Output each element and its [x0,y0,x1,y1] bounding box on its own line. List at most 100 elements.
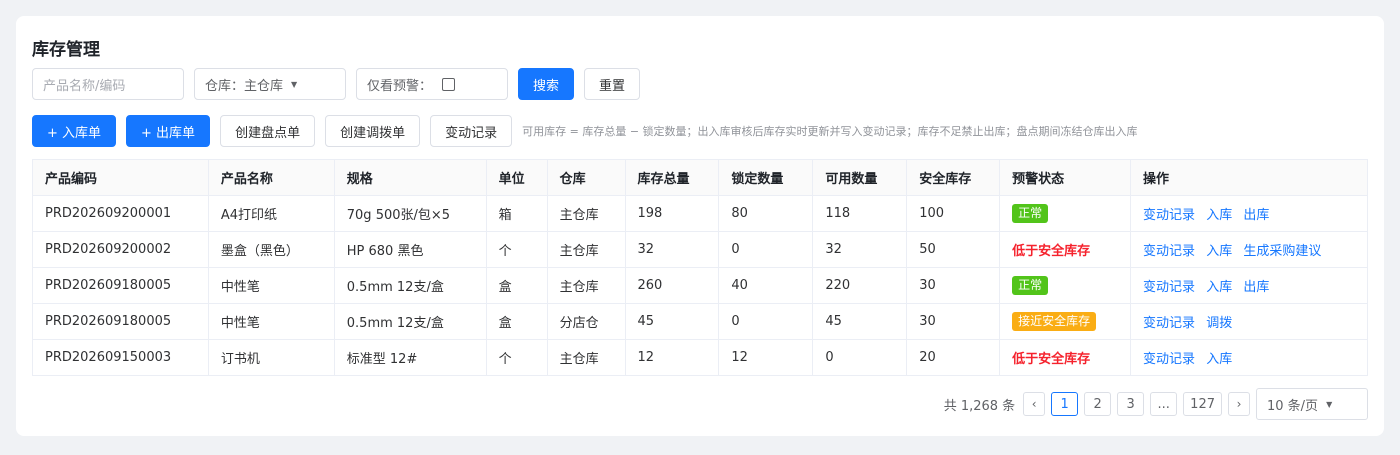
header-spec: 规格 [333,159,487,196]
page-button-2[interactable]: 2 [1084,392,1112,416]
header-warehouse: 仓库 [546,159,626,196]
cell-warehouse: 主仓库 [546,195,626,232]
status-badge: 正常 [1012,276,1049,295]
change-records-link[interactable]: 变动记录 [1143,352,1195,367]
warehouse-select-label: 仓库：主仓库 [205,78,284,94]
cell-spec: 0.5mm 12支/盒 [333,303,487,340]
transfer-link[interactable]: 调拨 [1206,316,1232,331]
status-badge: 正常 [1012,204,1049,223]
header-code: 产品编码 [32,159,209,196]
cell-name: 中性笔 [207,303,335,340]
cell-total: 45 [624,303,720,340]
cell-status: 接近安全库存 [999,303,1132,340]
inbound-link[interactable]: 入库 [1206,280,1232,295]
inventory-rule-hint: 可用库存 = 库存总量 − 锁定数量；出入库审核后库存实时更新并写入变动记录；库… [522,125,1138,138]
cell-ops: 变动记录 入库 [1130,339,1368,376]
cell-unit: 箱 [485,195,548,232]
cell-spec: HP 680 黑色 [333,231,487,268]
table-row: PRD202609180005 中性笔 0.5mm 12支/盒 盒 主仓库 26… [32,267,1368,304]
create-outbound-button[interactable]: + 出库单 [126,115,211,147]
table-row: PRD202609150003 订书机 标准型 12# 个 主仓库 12 12 … [32,339,1368,376]
cell-status: 正常 [999,195,1132,232]
warn-only-label: 仅看预警： [367,78,433,94]
status-text: 低于安全库存 [1012,244,1091,259]
page-button-3[interactable]: 3 [1117,392,1145,416]
inbound-link[interactable]: 入库 [1206,352,1232,367]
cell-unit: 盒 [485,267,548,304]
cell-available: 32 [812,231,908,268]
cell-safety: 30 [906,267,1001,304]
cell-name: 墨盒（黑色） [207,231,335,268]
create-transfer-button[interactable]: 创建调拨单 [325,115,421,147]
cell-safety: 100 [906,195,1001,232]
inbound-link[interactable]: 入库 [1206,244,1232,259]
cell-total: 32 [624,231,720,268]
cell-code: PRD202609200002 [32,231,209,268]
cell-code: PRD202609200001 [32,195,209,232]
cell-unit: 盒 [485,303,548,340]
page-size-select[interactable]: 10 条/页 ▼ [1256,388,1368,420]
page-title: 库存管理 [32,40,100,60]
cell-locked: 80 [718,195,814,232]
search-button[interactable]: 搜索 [518,68,575,100]
cell-spec: 0.5mm 12支/盒 [333,267,487,304]
inbound-link[interactable]: 入库 [1206,208,1232,223]
page-ellipsis-button[interactable]: ... [1150,392,1178,416]
cell-name: 订书机 [207,339,335,376]
header-ops: 操作 [1130,159,1368,196]
cell-status: 低于安全库存 [999,231,1132,268]
cell-available: 0 [812,339,908,376]
change-records-link[interactable]: 变动记录 [1143,208,1195,223]
status-badge: 接近安全库存 [1012,312,1097,331]
warehouse-select[interactable]: 仓库：主仓库 ▼ [194,68,346,100]
cell-available: 45 [812,303,908,340]
cell-safety: 20 [906,339,1001,376]
create-stocktake-button[interactable]: 创建盘点单 [220,115,316,147]
search-input[interactable]: 产品名称/编码 [32,68,184,100]
cell-status: 正常 [999,267,1132,304]
page-button-1[interactable]: 1 [1051,392,1079,416]
reset-button[interactable]: 重置 [584,68,641,100]
cell-code: PRD202609150003 [32,339,209,376]
purchase-suggestion-link[interactable]: 生成采购建议 [1243,244,1321,259]
cell-locked: 0 [718,303,814,340]
prev-page-button[interactable]: ‹ [1023,392,1046,416]
change-records-button[interactable]: 变动记录 [430,115,513,147]
header-available: 可用数量 [812,159,908,196]
cell-locked: 40 [718,267,814,304]
cell-ops: 变动记录 入库 生成采购建议 [1130,231,1368,268]
next-page-button[interactable]: › [1228,392,1250,416]
cell-ops: 变动记录 入库 出库 [1130,195,1368,232]
header-status: 预警状态 [999,159,1132,196]
outbound-link[interactable]: 出库 [1243,280,1269,295]
cell-name: 中性笔 [207,267,335,304]
cell-total: 12 [624,339,720,376]
inventory-card: 库存管理 产品名称/编码 仓库：主仓库 ▼ 仅看预警： 搜索 重置 + 入库单 … [16,16,1384,436]
outbound-link[interactable]: 出库 [1243,208,1269,223]
caret-down-icon: ▼ [291,79,298,89]
cell-spec: 70g 500张/包×5 [333,195,487,232]
table-row: PRD202609180005 中性笔 0.5mm 12支/盒 盒 分店仓 45… [32,303,1368,340]
warn-only-checkbox[interactable] [442,77,456,91]
cell-available: 220 [812,267,908,304]
cell-safety: 50 [906,231,1001,268]
page-button-127[interactable]: 127 [1183,392,1222,416]
change-records-link[interactable]: 变动记录 [1143,316,1195,331]
cell-code: PRD202609180005 [32,267,209,304]
cell-warehouse: 主仓库 [546,339,626,376]
table-row: PRD202609200001 A4打印纸 70g 500张/包×5 箱 主仓库… [32,195,1368,232]
page-size-label: 10 条/页 [1267,398,1319,414]
header-safety: 安全库存 [906,159,1001,196]
change-records-link[interactable]: 变动记录 [1143,280,1195,295]
pagination: 共 1,268 条 ‹ 1 2 3 ... 127 › 10 条/页 ▼ [944,388,1368,420]
cell-warehouse: 主仓库 [546,267,626,304]
caret-down-icon: ▼ [1326,399,1333,409]
cell-locked: 0 [718,231,814,268]
table-header-row: 产品编码 产品名称 规格 单位 仓库 库存总量 锁定数量 可用数量 安全库存 预… [32,159,1368,196]
cell-total: 198 [624,195,720,232]
table-row: PRD202609200002 墨盒（黑色） HP 680 黑色 个 主仓库 3… [32,231,1368,268]
change-records-link[interactable]: 变动记录 [1143,244,1195,259]
cell-unit: 个 [485,339,548,376]
cell-safety: 30 [906,303,1001,340]
create-inbound-button[interactable]: + 入库单 [32,115,117,147]
